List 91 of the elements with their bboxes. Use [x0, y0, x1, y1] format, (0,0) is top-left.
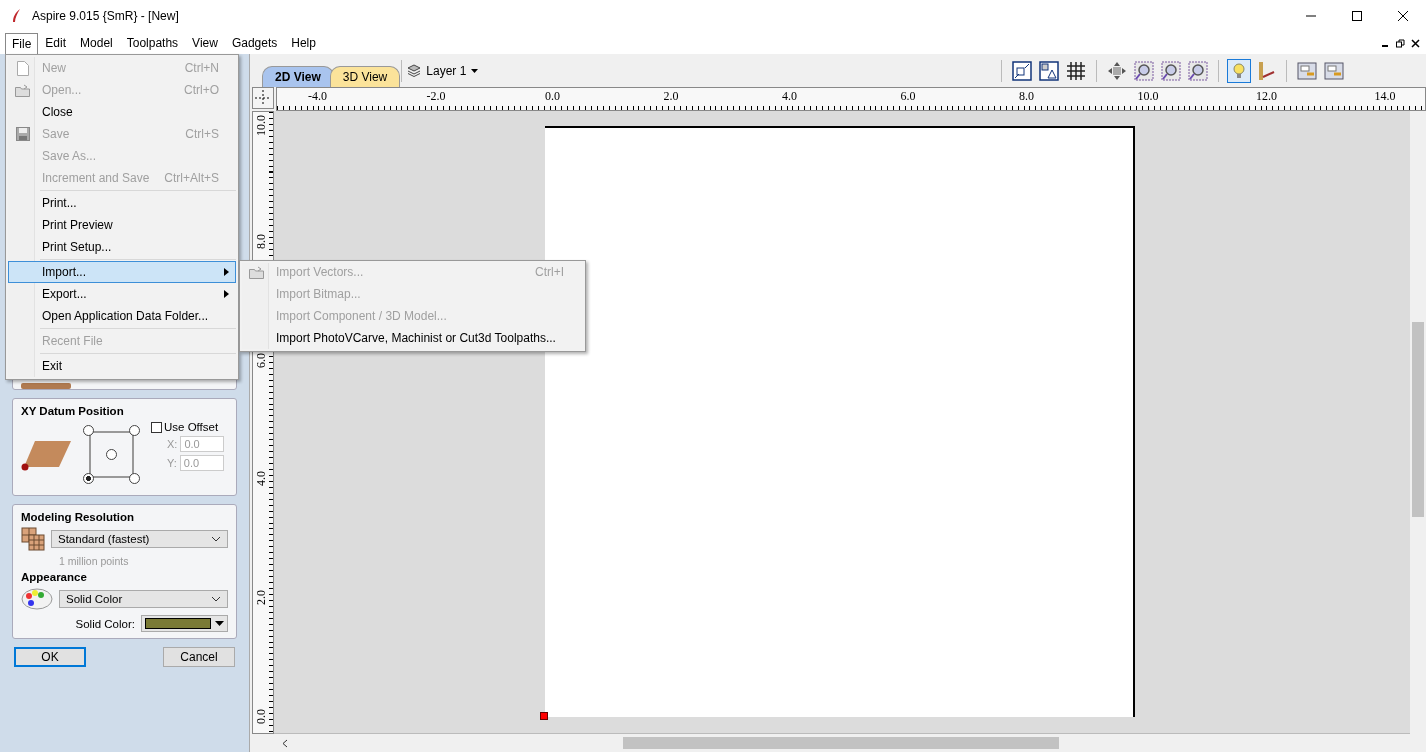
zoom-icon: [1161, 60, 1181, 81]
field-label: Solid Color:: [75, 617, 135, 630]
close-icon[interactable]: [1397, 10, 1409, 22]
ruler-label: 8.0: [254, 233, 269, 249]
checkbox-label: Use Offset: [164, 421, 219, 433]
ruler-label: 0.0: [254, 709, 269, 724]
ruler-label: 10.0: [254, 115, 269, 136]
ruler-label: 12.0: [1256, 89, 1277, 104]
field-label: Y:: [167, 457, 177, 469]
menu-item[interactable]: Model: [73, 32, 120, 54]
ruler-label: 8.0: [1019, 89, 1034, 104]
close-icon[interactable]: [1411, 38, 1420, 48]
toolbar-button[interactable]: [1132, 58, 1156, 83]
grid-icon: [1066, 60, 1086, 81]
toolbar-button[interactable]: [1010, 58, 1034, 83]
origin-marker: [540, 712, 548, 720]
caret-icon: [471, 68, 479, 73]
toolbar-button[interactable]: [1186, 58, 1210, 83]
zoom-icon: [1134, 60, 1154, 81]
layout-icon: [1039, 60, 1059, 81]
field-label: X:: [167, 438, 178, 450]
folder-icon: [15, 83, 31, 97]
layer-dropdown[interactable]: Layer 1: [407, 63, 479, 78]
ruler-origin-icon[interactable]: [252, 87, 274, 109]
menu-item[interactable]: Print Setup...: [8, 236, 236, 258]
menu-item[interactable]: Print...: [8, 192, 236, 214]
menu-item[interactable]: View: [185, 32, 225, 54]
palette-icon: [21, 587, 53, 611]
layers-icon: [407, 64, 422, 77]
submenu-arrow-icon: [224, 268, 229, 276]
color-picker[interactable]: [141, 615, 228, 632]
scroll-left-icon[interactable]: [282, 739, 288, 748]
menu-item[interactable]: Gadgets: [224, 32, 285, 54]
ruler-label: 2.0: [254, 590, 269, 606]
ruler-label: 6.0: [254, 352, 269, 368]
menu-item[interactable]: Import PhotoVCarve, Machinist or Cut3d Toolpaths...: [242, 327, 583, 349]
ruler-label: 0.0: [545, 89, 560, 104]
menu-item[interactable]: Edit: [38, 32, 74, 54]
panel-icon: [1324, 60, 1344, 81]
datum-radio[interactable]: [83, 425, 94, 436]
scrollbar-thumb[interactable]: [623, 737, 1059, 749]
ruler-label: 6.0: [900, 89, 916, 104]
menu-item[interactable]: Open Application Data Folder...: [8, 305, 236, 327]
chevron-down-icon: [211, 596, 221, 602]
section-title: Modeling Resolution: [21, 511, 136, 523]
menu-item[interactable]: Import...: [8, 261, 236, 283]
section-title: Appearance: [21, 571, 88, 583]
ruler-label: 2.0: [663, 89, 679, 104]
resize-icon: [1012, 60, 1032, 81]
view-tab[interactable]: 3D View: [329, 66, 401, 87]
checkbox[interactable]: [151, 421, 162, 433]
panel-icon: [1297, 60, 1317, 81]
material-preview: [21, 383, 71, 389]
toolbar-button[interactable]: [1159, 58, 1183, 83]
document-icon: [17, 60, 29, 76]
menu-item[interactable]: Exit: [8, 355, 236, 377]
zoom-icon: [1188, 60, 1208, 81]
menu-item[interactable]: Export...: [8, 283, 236, 305]
ruler-label: 14.0: [1374, 89, 1396, 104]
datum-radio[interactable]: [83, 473, 94, 484]
ruler-label: 4.0: [782, 89, 797, 104]
hint-text: 1 million points: [58, 555, 130, 567]
caret-icon: [215, 621, 224, 626]
menu-item[interactable]: Toolpaths: [119, 32, 186, 54]
resolution-icon: [21, 527, 45, 551]
app-logo-icon: [12, 9, 22, 23]
scrollbar-thumb[interactable]: [1412, 322, 1424, 517]
section-title: XY Datum Position: [21, 405, 125, 417]
chevron-down-icon: [211, 536, 221, 542]
window-title: Aspire 9.015 {SmR} - [New]: [32, 9, 179, 23]
menu-item[interactable]: Help: [284, 32, 323, 54]
menu-item[interactable]: Print Preview: [8, 214, 236, 236]
ruler-label: -4.0: [308, 89, 327, 104]
ruler-label: -2.0: [426, 89, 446, 104]
menu-item[interactable]: File: [5, 32, 39, 54]
submenu-arrow-icon: [224, 290, 229, 298]
ruler-icon: [1256, 60, 1276, 81]
restore-icon[interactable]: [1396, 38, 1405, 48]
datum-radio[interactable]: [106, 449, 117, 460]
ruler-label: 10.0: [1137, 89, 1159, 104]
ok-button[interactable]: OK: [14, 647, 86, 667]
resolution-dropdown[interactable]: Standard (fastest): [51, 530, 228, 548]
appearance-dropdown[interactable]: Solid Color: [59, 590, 228, 608]
datum-radio[interactable]: [129, 473, 140, 484]
move-icon: [1107, 60, 1127, 81]
toolbar-button[interactable]: [1037, 58, 1061, 83]
datum-radio[interactable]: [129, 425, 140, 436]
cancel-button[interactable]: Cancel: [163, 647, 235, 667]
maximize-icon[interactable]: [1351, 10, 1363, 22]
ruler-label: 4.0: [254, 471, 269, 487]
menu-item[interactable]: Close: [8, 101, 236, 123]
